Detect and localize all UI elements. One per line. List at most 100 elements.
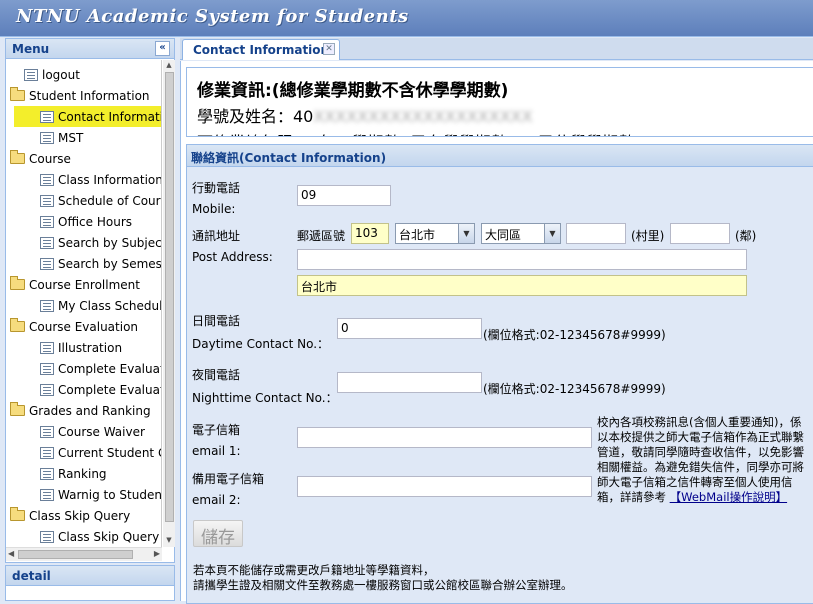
menu-item-label: Grades and Ranking [29, 403, 151, 418]
page-icon [40, 446, 54, 459]
menu-item-warnig-to-student[interactable]: Warnig to Student [40, 484, 161, 505]
menu-item-label: Contact Information [58, 109, 161, 124]
scroll-up-icon[interactable]: ▲ [163, 61, 175, 71]
menu-folder-class-skip-query[interactable]: Class Skip Query [10, 505, 130, 526]
chevron-down-icon: ▼ [544, 224, 560, 243]
chevron-down-icon: ▼ [458, 224, 474, 243]
day-phone-input[interactable]: 0 [337, 318, 482, 339]
collapse-menu-button[interactable]: « [155, 41, 170, 56]
menu-header: Menu « [6, 39, 174, 59]
menu-item-label: My Class Schedule [58, 298, 162, 313]
night-phone-label-zh: 夜間電話 [192, 368, 241, 382]
email2-input[interactable] [297, 476, 592, 497]
page-icon [24, 68, 38, 81]
street-address-input[interactable] [297, 249, 747, 270]
mobile-label-en: Mobile: [192, 202, 236, 216]
page-icon [40, 530, 54, 543]
scroll-right-icon[interactable]: ▶ [154, 549, 160, 558]
day-phone-hint: (欄位格式:02-12345678#9999) [483, 328, 666, 342]
scroll-down-icon[interactable]: ▼ [163, 536, 175, 546]
detail-header[interactable]: detail [6, 566, 174, 586]
hscroll-thumb[interactable] [18, 550, 133, 559]
email2-label-zh: 備用電子信箱 [192, 472, 265, 486]
content-area: 修業資訊:(總修業學期數不含休學學期數) 學號及姓名：40XXXXXXXXXXX… [180, 61, 813, 604]
page-icon [40, 194, 54, 207]
day-phone-label-zh: 日間電話 [192, 314, 241, 328]
footer-line-2: 請攜學生證及相關文件至教務處一樓服務窗口或公館校區聯合辦公室辦理。 [193, 578, 573, 592]
address-label-en: Post Address: [192, 250, 273, 264]
tab-contact-information[interactable]: Contact Information ✕ [182, 39, 340, 60]
page-icon [40, 110, 54, 123]
page-icon [40, 383, 54, 396]
menu-item-class-information[interactable]: Class Information [40, 169, 162, 190]
night-phone-input[interactable] [337, 372, 482, 393]
folder-icon [10, 402, 25, 416]
close-tab-icon[interactable]: ✕ [323, 43, 335, 55]
email-notice: 校內各項校務訊息(含個人重要通知)，係以本校提供之師大電子信箱作為正式聯繫管道，… [597, 415, 807, 505]
app-title: NTNU Academic System for Students [16, 6, 409, 27]
menu-item-class-skip-query[interactable]: Class Skip Query [40, 526, 159, 547]
menu-item-label: MST [58, 130, 84, 145]
menu-folder-course-enrollment[interactable]: Course Enrollment [10, 274, 140, 295]
menu-item-office-hours[interactable]: Office Hours [40, 211, 132, 232]
page-icon [40, 299, 54, 312]
page-icon [40, 257, 54, 270]
menu-panel: Menu « logout Student Information Contact … [5, 38, 175, 563]
form-title: 聯絡資訊(Contact Information) [187, 145, 813, 167]
menu-item-complete-evaluation[interactable]: Complete Evaluation [40, 379, 161, 400]
night-phone-hint: (欄位格式:02-12345678#9999) [483, 382, 666, 396]
full-address-field: 台北市 [297, 275, 747, 296]
menu-folder-student-information[interactable]: Student Information [10, 85, 150, 106]
menu-item-search-by-subject[interactable]: Search by Subject [40, 232, 161, 253]
scroll-thumb[interactable] [165, 72, 174, 522]
detail-panel: detail [5, 565, 175, 601]
menu-item-label: Course Waiver [58, 424, 145, 439]
menu-item-label: Class Skip Query [29, 508, 131, 523]
menu-folder-course-evaluation[interactable]: Course Evaluation [10, 316, 138, 337]
scroll-left-icon[interactable]: ◀ [8, 549, 14, 558]
contact-form-panel: 聯絡資訊(Contact Information) 行動電話 Mobile: 0… [186, 144, 813, 604]
menu-tree: logout Student Information Contact Informa… [6, 60, 162, 547]
menu-item-course-waiver[interactable]: Course Waiver [40, 421, 145, 442]
email1-label-zh: 電子信箱 [192, 423, 241, 437]
save-button[interactable]: 儲存 [193, 520, 243, 548]
folder-icon [10, 507, 25, 521]
menu-item-illustration[interactable]: Illustration [40, 337, 122, 358]
menu-item-schedule-of-course[interactable]: Schedule of Course [40, 190, 161, 211]
village-input[interactable] [566, 223, 626, 244]
top-bar: NTNU Academic System for Students [0, 0, 813, 37]
neighborhood-input[interactable] [670, 223, 730, 244]
menu-item-label: Class Information [58, 172, 162, 187]
mobile-input[interactable]: 09 [297, 185, 391, 206]
page-icon [40, 425, 54, 438]
menu-item-contact-information[interactable]: Contact Information [14, 106, 161, 127]
footer-line-1: 若本頁不能儲存或需更改戶籍地址等學籍資料， [193, 563, 435, 577]
study-term-info: 可修業總年限：4年(8學期數) 已在學學期數：8 已休學學期數：0 [197, 129, 813, 136]
district-select[interactable]: 大同區 ▼ [481, 223, 561, 244]
page-icon [40, 131, 54, 144]
menu-item-search-by-semester[interactable]: Search by Semester [40, 253, 162, 274]
menu-item-my-class-schedule[interactable]: My Class Schedule [40, 295, 162, 316]
page-icon [40, 341, 54, 354]
menu-folder-grades-and-ranking[interactable]: Grades and Ranking [10, 400, 151, 421]
menu-item-complete-evaluation[interactable]: Complete Evaluation [40, 358, 161, 379]
folder-icon [10, 318, 25, 332]
menu-horizontal-scrollbar[interactable]: ◀ ▶ [6, 547, 162, 561]
menu-item-mst[interactable]: MST [40, 127, 83, 148]
menu-item-label: Search by Semester [58, 256, 162, 271]
menu-item-label: Course Enrollment [29, 277, 140, 292]
menu-item-ranking[interactable]: Ranking [40, 463, 107, 484]
email1-input[interactable] [297, 427, 592, 448]
email1-label-en: email 1: [192, 444, 241, 458]
menu-folder-course[interactable]: Course [10, 148, 71, 169]
menu-item-logout[interactable]: logout [24, 64, 80, 85]
menu-item-current-student-grades[interactable]: Current Student Grades [40, 442, 161, 463]
address-label-zh: 通訊地址 [192, 229, 241, 243]
folder-icon [10, 87, 25, 101]
webmail-guide-link[interactable]: 【WebMail操作說明】 [670, 490, 787, 504]
menu-item-label: Course Evaluation [29, 319, 139, 334]
menu-vertical-scrollbar[interactable]: ▲ ▼ [163, 60, 175, 547]
city-select[interactable]: 台北市 ▼ [395, 223, 475, 244]
folder-icon [10, 150, 25, 164]
page-icon [40, 467, 54, 480]
